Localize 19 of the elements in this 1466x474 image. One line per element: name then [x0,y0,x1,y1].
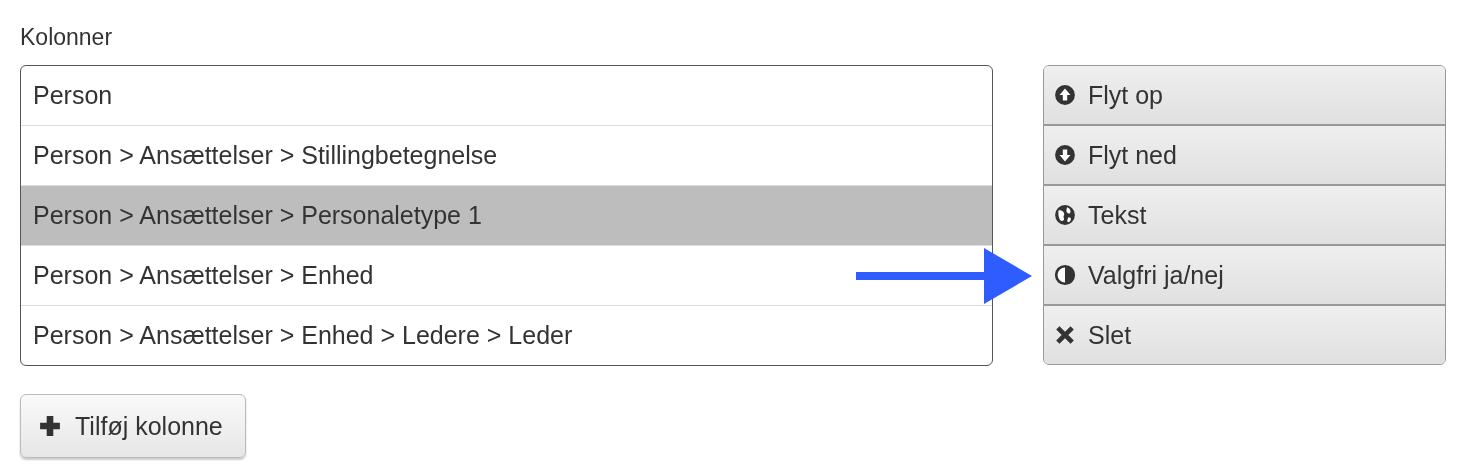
add-column-button[interactable]: Tilføj kolonne [20,394,246,458]
circle-up-icon [1054,84,1076,106]
menu-button[interactable]: Valgfri ja/nej [1044,244,1445,304]
circle-down-icon [1054,144,1076,166]
list-item[interactable]: Person [21,66,119,125]
menu-button[interactable]: Flyt ned [1044,124,1445,184]
list-item[interactable]: Person > Ansættelser > Stillingbetegnelse [21,126,504,185]
plus-icon [39,415,61,437]
menu-button[interactable]: Slet [1044,304,1445,364]
cross-icon [1054,324,1076,346]
list-item[interactable]: Person > Ansættelser > Personaletype 1 [21,186,992,245]
menu-button[interactable]: Tekst [1044,184,1445,244]
globe-icon [1054,204,1076,226]
list-item[interactable]: Person > Ansættelser > Enhed > Ledere > Leder [21,306,579,365]
half-circle-icon [1054,264,1076,286]
section-label: Kolonner [20,24,114,51]
list-item[interactable]: Person > Ansættelser > Enhed [21,246,380,305]
menu-button[interactable]: Flyt op [1044,66,1445,124]
arrow-icon [856,248,1032,304]
